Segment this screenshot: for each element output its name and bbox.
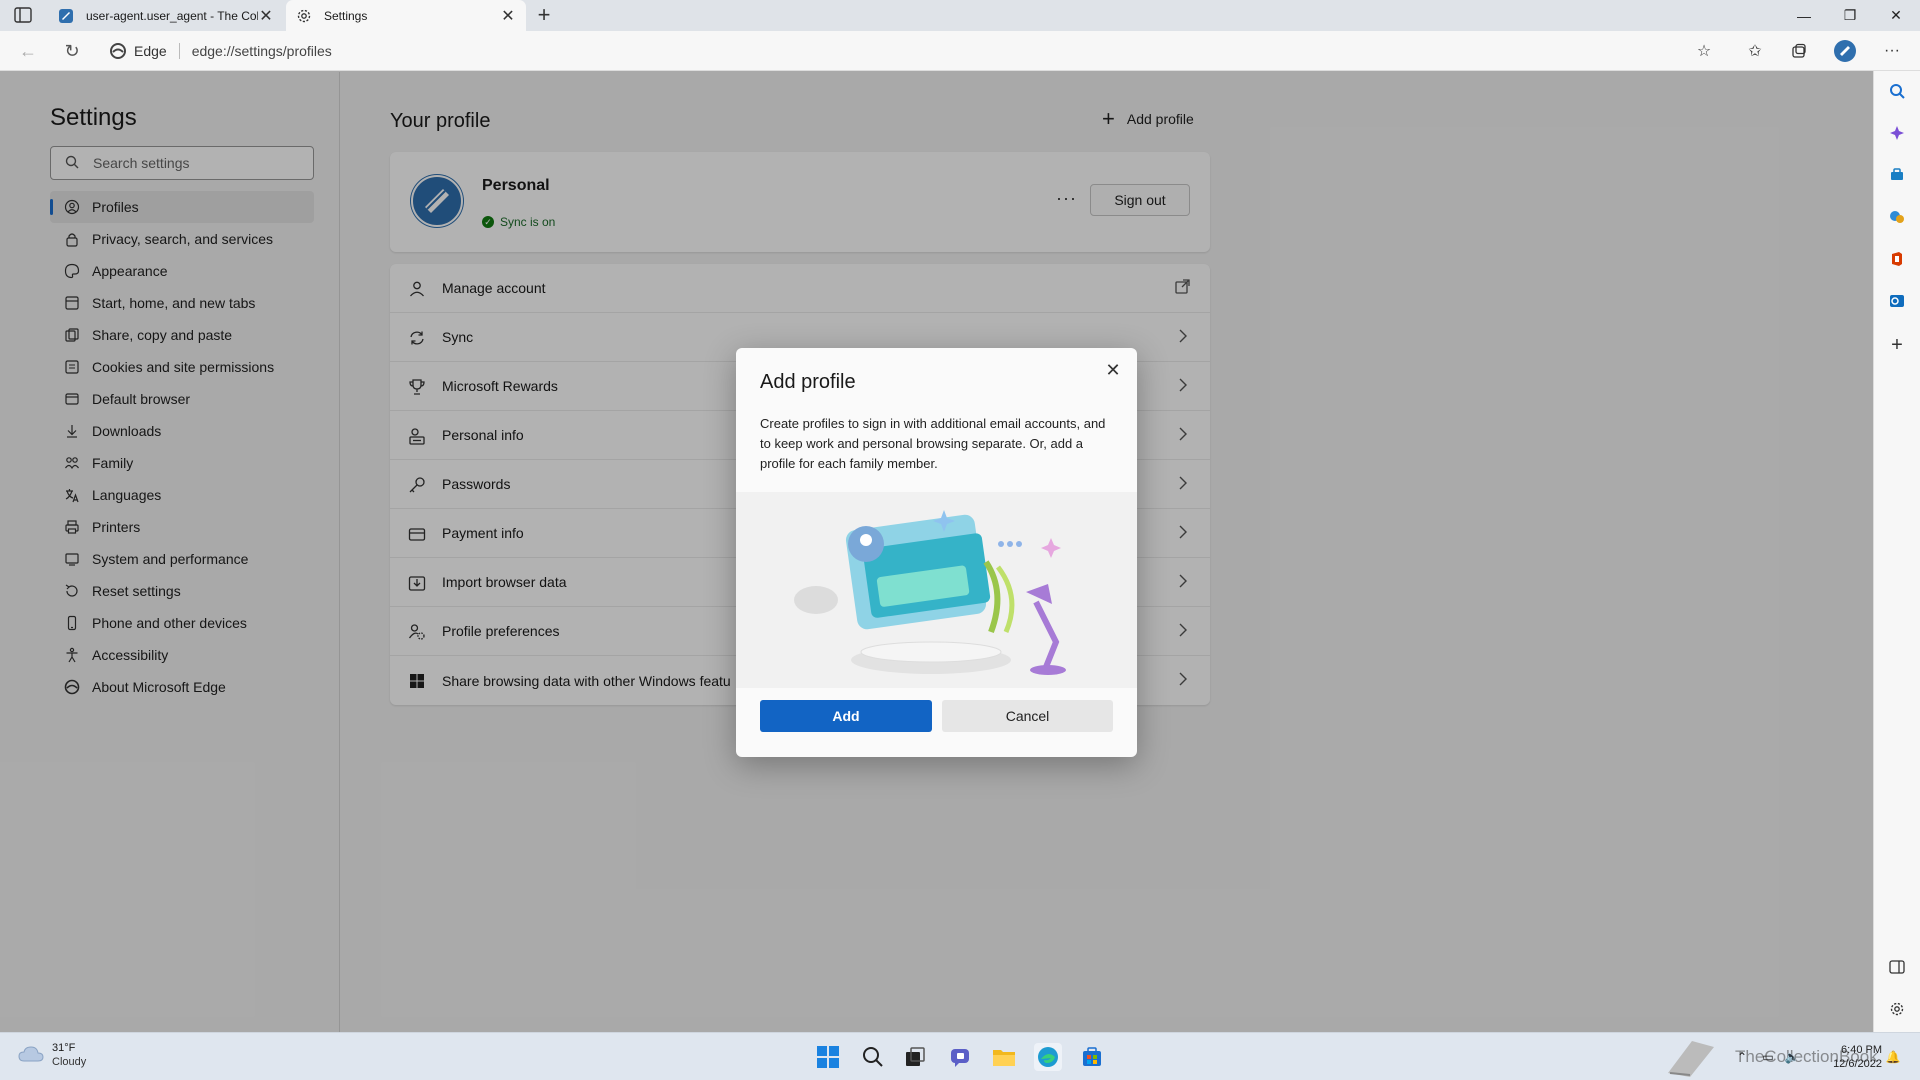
add-favorite-icon[interactable]: ☆ [1692, 39, 1716, 63]
dialog-description: Create profiles to sign in with addition… [760, 416, 1106, 471]
edge-icon [110, 43, 126, 59]
collections-icon[interactable] [1787, 39, 1811, 63]
restore-icon[interactable]: ❐ [1827, 0, 1873, 31]
hide-sidebar-icon[interactable] [1887, 957, 1907, 977]
search-icon[interactable] [1887, 81, 1907, 101]
taskbar-search-icon[interactable] [859, 1043, 887, 1071]
close-window-icon[interactable]: ✕ [1873, 0, 1919, 31]
dialog-title: Add profile [760, 371, 856, 393]
back-arrow-icon[interactable]: ← [16, 39, 40, 63]
tab-user-agent[interactable]: user-agent.user_agent - The Coll ✕ [48, 0, 284, 31]
close-tab-icon[interactable]: ✕ [500, 6, 516, 26]
discover-icon[interactable] [1887, 123, 1907, 143]
cancel-button[interactable]: Cancel [942, 700, 1113, 732]
sidebar-settings-icon[interactable] [1887, 999, 1907, 1019]
time-text: 6:40 PM [1841, 1044, 1882, 1056]
windows-taskbar: 31°F Cloudy TheCollectionBook ⌃ ▭ 🔈 6:40… [0, 1032, 1920, 1080]
close-tab-icon[interactable]: ✕ [258, 6, 274, 26]
address-bar[interactable]: Edge edge://settings/profiles [110, 36, 1730, 66]
edge-sidebar: + [1873, 71, 1920, 1032]
refresh-icon[interactable]: ↻ [60, 39, 84, 63]
tab-strip: user-agent.user_agent - The Coll ✕ Setti… [0, 0, 1920, 31]
add-profile-dialog: Add profile ✕ Create profiles to sign in… [736, 348, 1137, 757]
cloud-icon [18, 1045, 44, 1066]
tab-actions-icon[interactable] [14, 7, 34, 25]
weather-widget[interactable]: 31°F Cloudy [18, 1041, 86, 1069]
chevron-up-icon[interactable]: ⌃ [1734, 1043, 1750, 1071]
store-icon[interactable] [1078, 1043, 1106, 1071]
weather-temperature: 31°F [52, 1042, 76, 1054]
profile-avatar-icon[interactable] [1833, 39, 1857, 63]
more-options-icon[interactable]: ··· [1880, 39, 1904, 63]
tab-title: Settings [324, 8, 368, 23]
tools-icon[interactable] [1887, 165, 1907, 185]
minimize-icon[interactable]: — [1781, 0, 1827, 31]
url-separator [178, 43, 180, 59]
office-icon[interactable] [1887, 249, 1907, 269]
page-favicon-icon [58, 8, 74, 24]
clock[interactable]: 6:40 PM 12/6/2022 [1820, 1043, 1882, 1071]
file-explorer-icon[interactable] [990, 1043, 1018, 1071]
games-icon[interactable] [1887, 207, 1907, 227]
close-icon[interactable]: ✕ [1101, 358, 1125, 382]
new-tab-button[interactable]: + [532, 4, 556, 28]
site-label: Edge [134, 43, 167, 59]
task-view-icon[interactable] [901, 1043, 929, 1071]
taskbar-edge-icon[interactable] [1034, 1043, 1062, 1071]
outlook-icon[interactable] [1887, 291, 1907, 311]
tab-settings[interactable]: Settings ✕ [286, 0, 526, 31]
start-icon[interactable] [814, 1043, 842, 1071]
tab-title: user-agent.user_agent - The Coll [86, 8, 258, 23]
profile-illustration [736, 492, 1137, 688]
teams-chat-icon[interactable] [946, 1043, 974, 1071]
date-text: 12/6/2022 [1833, 1058, 1882, 1070]
notification-icon[interactable]: 🔔 [1884, 1043, 1902, 1071]
add-button[interactable]: Add [760, 700, 932, 732]
volume-icon[interactable]: 🔈 [1784, 1043, 1800, 1071]
url-text[interactable]: edge://settings/profiles [192, 43, 332, 59]
gear-icon [296, 8, 312, 24]
address-toolbar: ← ↻ Edge edge://settings/profiles ☆ ✩ ··… [0, 31, 1920, 71]
favorites-icon[interactable]: ✩ [1743, 39, 1767, 63]
weather-condition: Cloudy [52, 1056, 87, 1068]
network-icon[interactable]: ▭ [1760, 1043, 1776, 1071]
add-sidebar-app-icon[interactable]: + [1887, 334, 1907, 356]
